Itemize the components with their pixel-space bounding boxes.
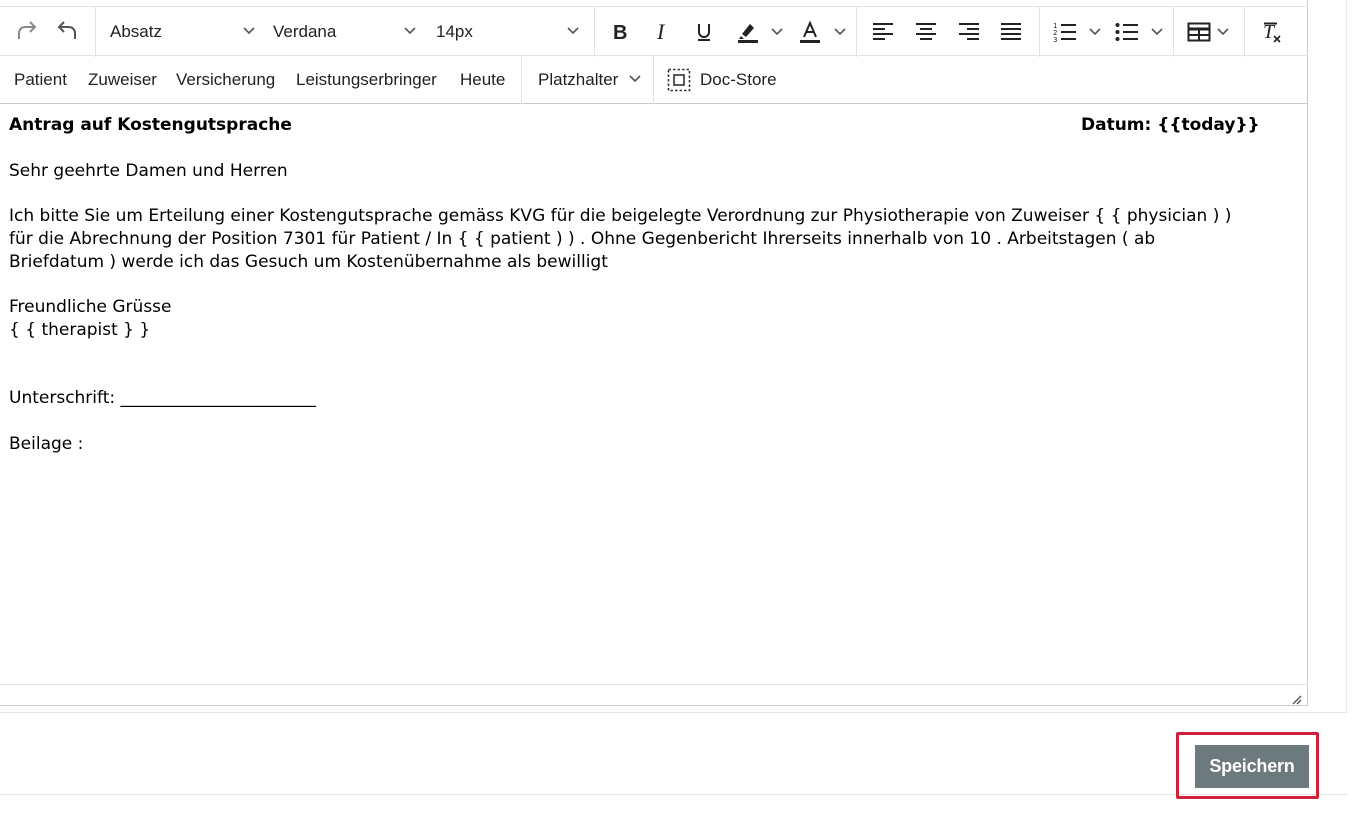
block-format-value: Absatz — [110, 22, 162, 41]
align-right-icon[interactable] — [952, 15, 986, 49]
body-line-3: Briefdatum ) werde ich das Gesuch um Kos… — [9, 252, 608, 272]
chevron-down-icon — [243, 27, 255, 35]
clear-formatting-icon[interactable]: T — [1255, 15, 1289, 49]
numbered-list-icon[interactable]: 123 — [1048, 15, 1082, 49]
chevron-down-icon[interactable] — [1215, 24, 1231, 40]
undo-icon[interactable] — [50, 15, 84, 49]
docstore-icon — [667, 68, 691, 92]
svg-text:3: 3 — [1053, 36, 1057, 43]
chevron-down-icon[interactable] — [1149, 24, 1165, 40]
menu-leistungserbringer[interactable]: Leistungserbringer — [296, 56, 437, 104]
editor-statusbar — [0, 684, 1308, 706]
table-icon[interactable] — [1182, 15, 1216, 49]
rich-text-editor: Absatz Verdana 14px B I 1 2 3 T Patient … — [0, 0, 1308, 706]
redo-icon[interactable] — [10, 15, 44, 49]
font-family-select[interactable]: Verdana — [273, 7, 417, 57]
bullet-list-icon[interactable] — [1110, 15, 1144, 49]
panel-border — [1346, 0, 1347, 712]
closing: Freundliche Grüsse — [9, 297, 172, 317]
footer-divider — [0, 712, 1348, 713]
body-line-2: für die Abrechnung der Position 7301 für… — [9, 229, 1156, 249]
resize-handle-icon[interactable] — [1290, 693, 1302, 705]
menu-versicherung[interactable]: Versicherung — [176, 56, 275, 104]
editor-toolbar: Absatz Verdana 14px B I 1 2 3 T — [0, 6, 1308, 57]
text-color-icon[interactable] — [793, 15, 827, 49]
highlight-color-icon[interactable] — [731, 15, 765, 49]
footer-bottom-divider — [0, 794, 1348, 795]
svg-text:I: I — [656, 21, 666, 43]
menu-patient[interactable]: Patient — [14, 56, 67, 104]
underline-icon[interactable] — [687, 15, 721, 49]
chevron-down-icon — [567, 27, 579, 35]
svg-text:B: B — [613, 22, 627, 43]
save-button[interactable]: Speichern — [1195, 745, 1309, 788]
docstore-button[interactable]: Doc-Store — [667, 56, 787, 104]
body-line-1: Ich bitte Sie um Erteilung einer Kosteng… — [9, 206, 1232, 226]
salutation: Sehr geehrte Damen und Herren — [9, 161, 288, 181]
platzhalter-dropdown[interactable]: Platzhalter — [538, 56, 642, 104]
menu-zuweiser[interactable]: Zuweiser — [88, 56, 157, 104]
chevron-down-icon — [404, 27, 416, 35]
document-title: Antrag auf Kostengutsprache — [9, 115, 292, 135]
align-justify-icon[interactable] — [994, 15, 1028, 49]
font-family-value: Verdana — [273, 22, 337, 41]
attachment-line: Beilage : — [9, 434, 84, 454]
docstore-label: Doc-Store — [700, 70, 777, 89]
document-date: Datum: {{today}} — [1081, 115, 1260, 135]
platzhalter-label: Platzhalter — [538, 70, 619, 89]
align-center-icon[interactable] — [909, 15, 943, 49]
bold-icon[interactable]: B — [603, 15, 637, 49]
placeholder-menubar: Patient Zuweiser Versicherung Leistungse… — [0, 56, 1308, 104]
chevron-down-icon[interactable] — [1087, 24, 1103, 40]
block-format-select[interactable]: Absatz — [110, 7, 256, 57]
signature-line: Unterschrift: _______________________ — [9, 388, 317, 408]
menu-heute[interactable]: Heute — [460, 56, 505, 104]
therapist-placeholder: { { therapist } } — [9, 320, 151, 340]
font-size-value: 14px — [436, 22, 473, 41]
italic-icon[interactable]: I — [645, 15, 679, 49]
chevron-down-icon[interactable] — [769, 24, 785, 40]
chevron-down-icon[interactable] — [832, 24, 848, 40]
chevron-down-icon — [629, 75, 641, 83]
font-size-select[interactable]: 14px — [436, 7, 580, 57]
align-left-icon[interactable] — [866, 15, 900, 49]
